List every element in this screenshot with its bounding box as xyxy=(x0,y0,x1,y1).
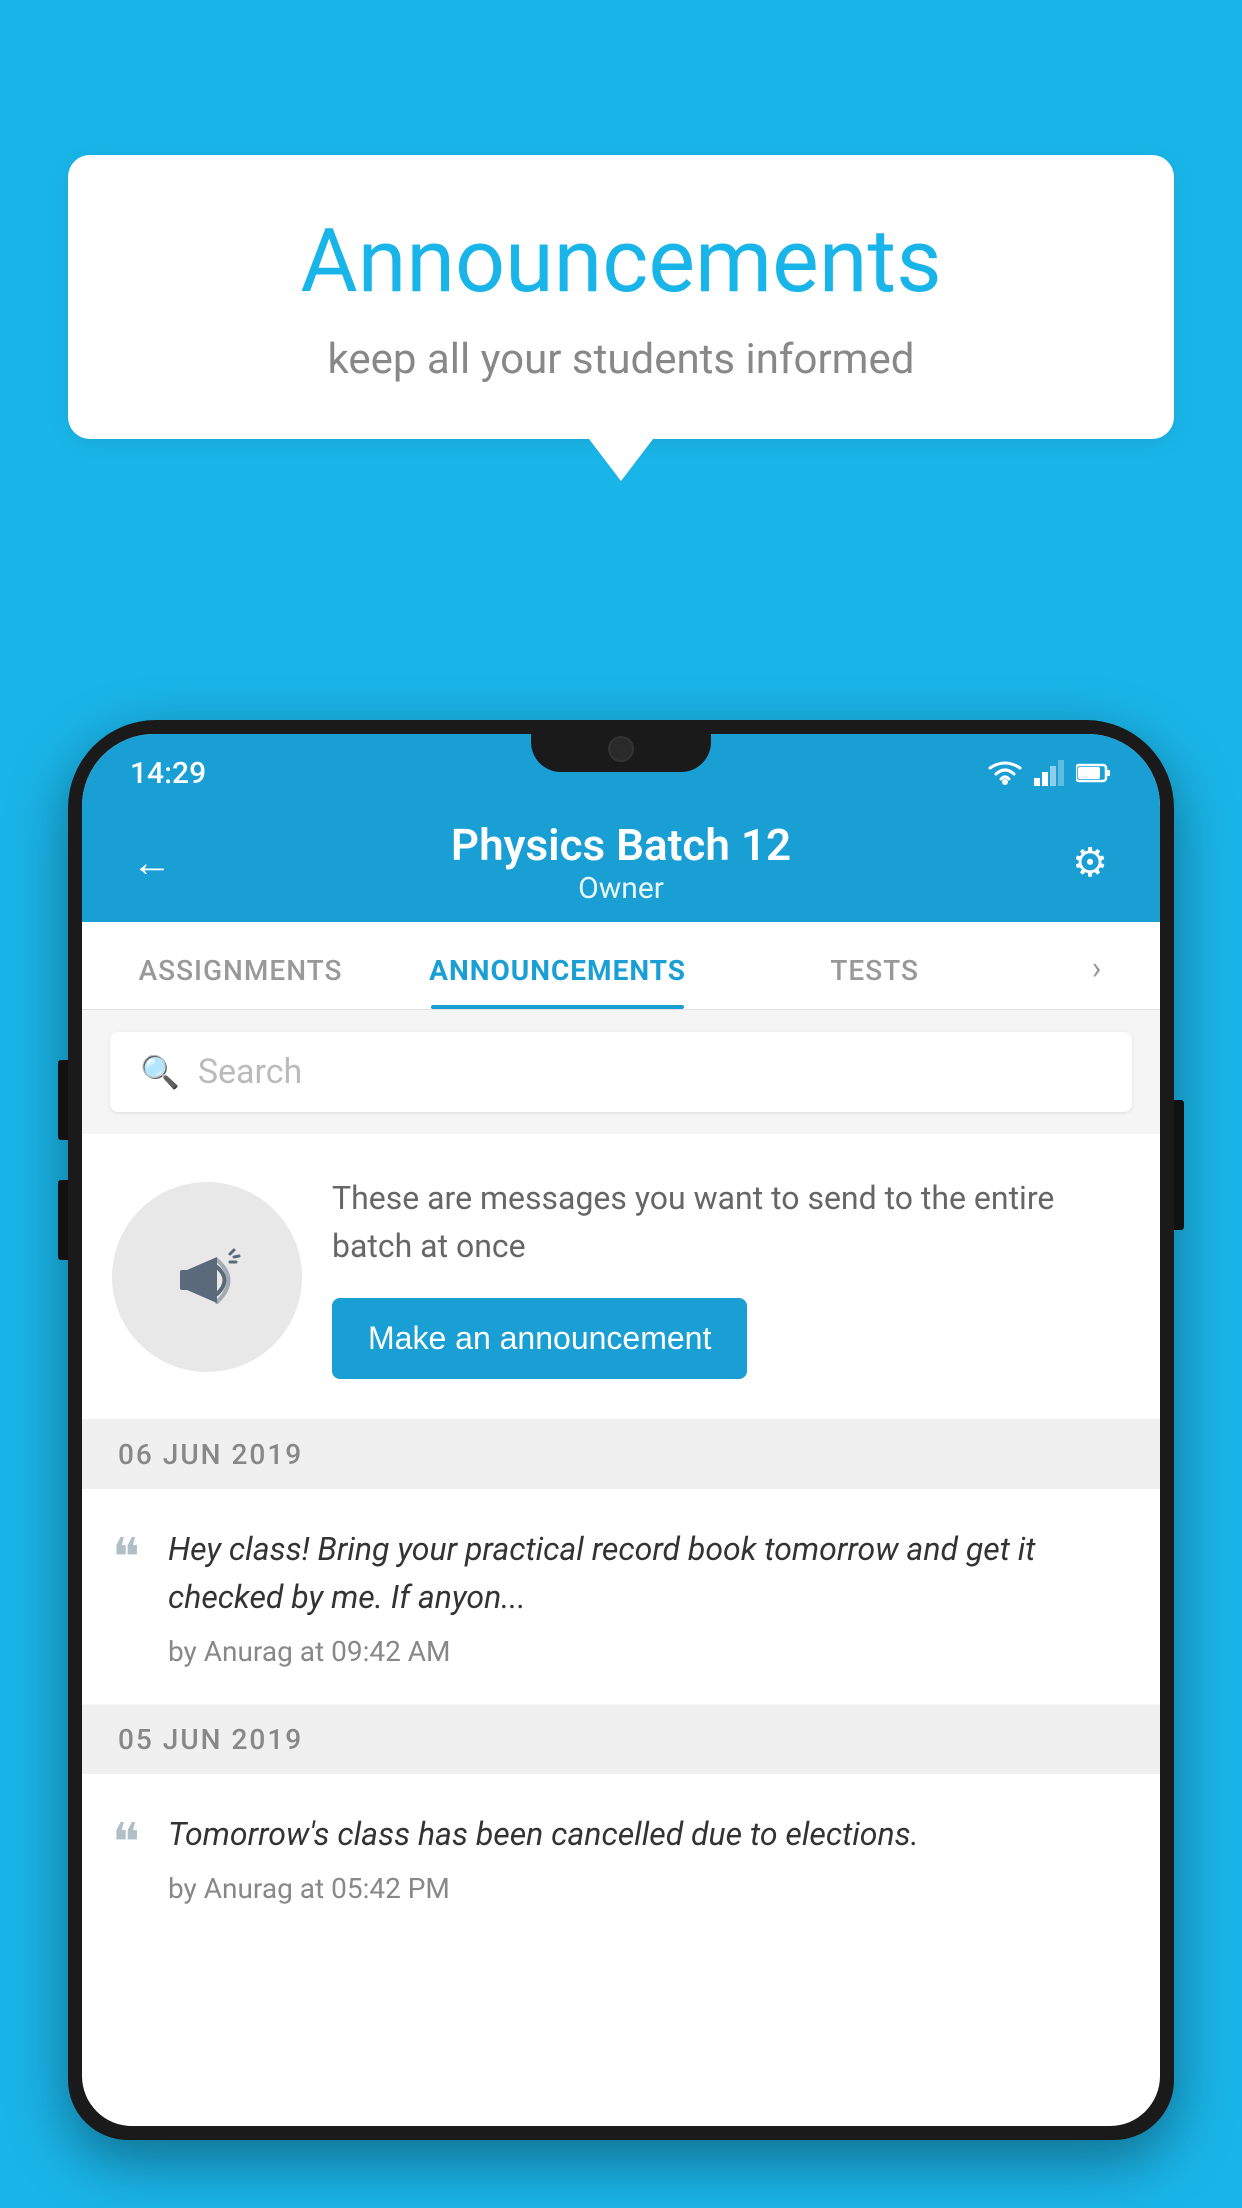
announcement-text-2: Tomorrow's class has been cancelled due … xyxy=(168,1810,1130,1858)
phone-volume-down-button xyxy=(58,1180,68,1260)
phone-volume-up-button xyxy=(58,1060,68,1140)
announcement-text-1: Hey class! Bring your practical record b… xyxy=(168,1525,1130,1621)
speech-bubble-tail xyxy=(589,439,653,481)
phone-mockup: 14:29 xyxy=(68,720,1174,2208)
announcement-item-2[interactable]: ❝ Tomorrow's class has been cancelled du… xyxy=(82,1774,1160,1941)
tab-tests[interactable]: TESTS xyxy=(716,954,1033,1009)
promo-content: These are messages you want to send to t… xyxy=(332,1174,1130,1379)
speech-bubble-section: Announcements keep all your students inf… xyxy=(68,155,1174,481)
signal-icon xyxy=(1034,760,1064,786)
phone-power-button xyxy=(1174,1100,1184,1230)
battery-icon xyxy=(1076,762,1112,784)
phone-camera xyxy=(608,736,634,762)
date-separator-2: 05 JUN 2019 xyxy=(82,1705,1160,1774)
header-center: Physics Batch 12 Owner xyxy=(182,819,1060,906)
header-title: Physics Batch 12 xyxy=(182,819,1060,871)
announcement-content-1: Hey class! Bring your practical record b… xyxy=(168,1525,1130,1668)
bubble-title: Announcements xyxy=(128,210,1114,313)
tab-announcements[interactable]: ANNOUNCEMENTS xyxy=(399,954,716,1009)
search-icon: 🔍 xyxy=(140,1053,180,1091)
back-button[interactable]: ← xyxy=(122,839,182,886)
megaphone-icon xyxy=(162,1232,252,1322)
quote-icon-1: ❝ xyxy=(112,1533,140,1585)
announcement-meta-2: by Anurag at 05:42 PM xyxy=(168,1872,1130,1905)
status-icons xyxy=(988,760,1112,786)
speech-bubble: Announcements keep all your students inf… xyxy=(68,155,1174,439)
phone-notch xyxy=(531,720,711,772)
announcement-item-1[interactable]: ❝ Hey class! Bring your practical record… xyxy=(82,1489,1160,1705)
phone-outer: 14:29 xyxy=(68,720,1174,2140)
tab-more[interactable]: › xyxy=(1033,949,1160,1009)
announcement-content-2: Tomorrow's class has been cancelled due … xyxy=(168,1810,1130,1905)
quote-icon-2: ❝ xyxy=(112,1818,140,1870)
status-time: 14:29 xyxy=(130,756,206,791)
bubble-subtitle: keep all your students informed xyxy=(128,335,1114,384)
settings-icon[interactable]: ⚙ xyxy=(1060,839,1120,886)
date-separator-1: 06 JUN 2019 xyxy=(82,1420,1160,1489)
wifi-icon xyxy=(988,760,1022,786)
promo-section: These are messages you want to send to t… xyxy=(82,1134,1160,1420)
phone-screen: 14:29 xyxy=(82,734,1160,2126)
app-header: ← Physics Batch 12 Owner ⚙ xyxy=(82,802,1160,922)
header-subtitle: Owner xyxy=(182,871,1060,906)
search-container: 🔍 Search xyxy=(82,1010,1160,1134)
announcement-meta-1: by Anurag at 09:42 AM xyxy=(168,1635,1130,1668)
search-input[interactable]: Search xyxy=(198,1052,302,1092)
announcement-icon-circle xyxy=(112,1182,302,1372)
tab-bar: ASSIGNMENTS ANNOUNCEMENTS TESTS › xyxy=(82,922,1160,1010)
tab-assignments[interactable]: ASSIGNMENTS xyxy=(82,954,399,1009)
make-announcement-button[interactable]: Make an announcement xyxy=(332,1298,747,1379)
promo-description: These are messages you want to send to t… xyxy=(332,1174,1130,1270)
search-bar[interactable]: 🔍 Search xyxy=(110,1032,1132,1112)
